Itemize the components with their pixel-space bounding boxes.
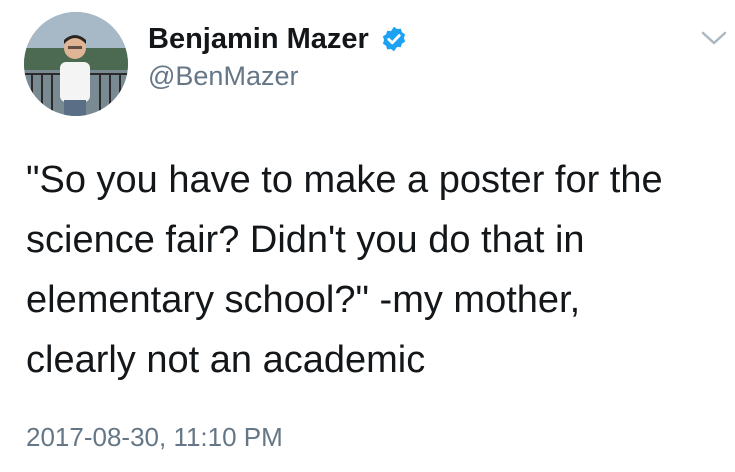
display-name[interactable]: Benjamin Mazer (148, 22, 369, 56)
tweet-card: Benjamin Mazer @BenMazer "So you have to… (0, 0, 735, 472)
tweet-timestamp[interactable]: 2017-08-30, 11:10 PM (26, 421, 283, 453)
verified-badge-icon (382, 26, 406, 52)
avatar[interactable] (24, 12, 128, 116)
chevron-down-icon[interactable] (700, 28, 728, 48)
tweet-text: "So you have to make a poster for the sc… (26, 159, 663, 381)
user-handle[interactable]: @BenMazer (148, 60, 298, 92)
avatar-photo (24, 12, 128, 116)
